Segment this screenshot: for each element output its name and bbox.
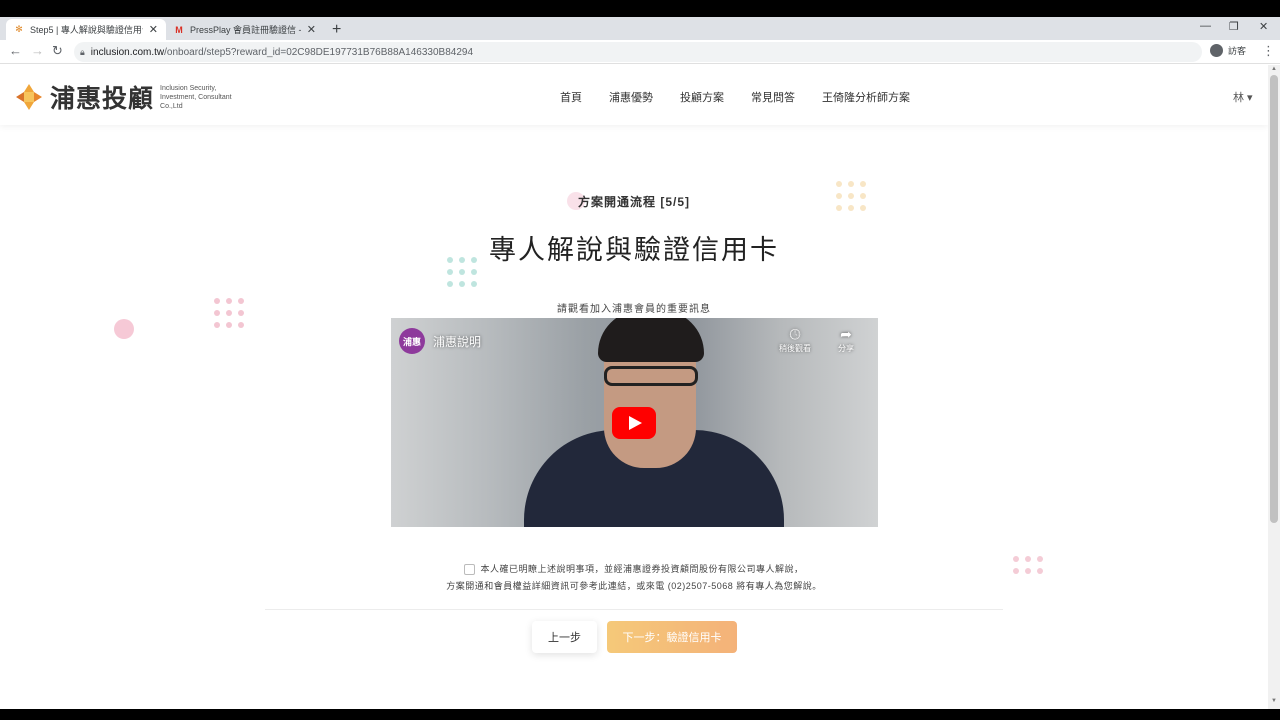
page-title: 專人解說與驗證信用卡 bbox=[489, 235, 779, 266]
watch-later-button[interactable]: 🕓︎ 稍後觀看 bbox=[779, 326, 811, 354]
new-tab-button[interactable]: + bbox=[332, 21, 341, 39]
restore-icon[interactable]: ❐ bbox=[1229, 20, 1239, 33]
main-nav: 首頁 浦惠優勢 投顧方案 常見問答 王倚隆分析師方案 bbox=[560, 89, 937, 105]
back-icon[interactable]: ← bbox=[9, 43, 22, 58]
tab-strip: ✻ Step5 | 專人解說與驗證信用卡 | ✕ M PressPlay 會員註… bbox=[0, 17, 1280, 40]
profile-label: 訪客 bbox=[1228, 46, 1247, 56]
page-scrollbar[interactable]: ▲ ▼ bbox=[1268, 65, 1280, 709]
site-logo[interactable]: 浦惠投顧 Inclusion Security, Investment, Con… bbox=[14, 79, 240, 115]
top-letterbox bbox=[0, 0, 1280, 17]
watch-later-label: 稍後觀看 bbox=[779, 344, 811, 353]
channel-avatar[interactable]: 浦惠 bbox=[399, 328, 425, 354]
lock-icon: 🔒︎ bbox=[80, 46, 85, 57]
reload-icon[interactable]: ↻ bbox=[52, 43, 63, 59]
next-step-button[interactable]: 下一步：驗證信用卡 bbox=[607, 621, 737, 653]
logo-subtitle: Inclusion Security, Investment, Consulta… bbox=[160, 84, 232, 110]
address-host: inclusion.com.tw bbox=[90, 46, 165, 58]
scroll-down-icon[interactable]: ▼ bbox=[1271, 698, 1277, 704]
browser-toolbar: ← → ↻ 🔒︎ inclusion.com.tw/onboard/step5?… bbox=[0, 40, 1280, 64]
close-tab-icon[interactable]: ✕ bbox=[149, 23, 158, 36]
agreement-text: 本人確已明瞭上述說明事項，並經浦惠證券投資顧問股份有限公司專人解說， 方案開通和… bbox=[0, 561, 1268, 595]
nav-item-plans[interactable]: 投顧方案 bbox=[680, 89, 724, 105]
video-caption: 請觀看加入浦惠會員的重要訊息 bbox=[557, 304, 711, 315]
share-icon: ➦ bbox=[840, 326, 852, 342]
clock-icon: 🕓︎ bbox=[789, 326, 801, 342]
page-content: 浦惠投顧 Inclusion Security, Investment, Con… bbox=[0, 65, 1268, 709]
nav-item-analyst-plan[interactable]: 王倚隆分析師方案 bbox=[822, 89, 910, 105]
nav-item-home[interactable]: 首頁 bbox=[560, 89, 582, 105]
minimize-icon[interactable]: — bbox=[1200, 20, 1211, 32]
divider bbox=[265, 609, 1003, 610]
address-path: /onboard/step5?reward_id=02C98DE197731B7… bbox=[164, 46, 474, 58]
video-person-glasses bbox=[604, 366, 698, 386]
step-label: 方案開通流程 [5/5] bbox=[577, 195, 690, 209]
profile-button[interactable]: 訪客 bbox=[1210, 44, 1246, 57]
agree-line-1: 本人確已明瞭上述說明事項，並經浦惠證券投資顧問股份有限公司專人解說， bbox=[480, 564, 804, 574]
scroll-up-icon[interactable]: ▲ bbox=[1271, 66, 1277, 72]
video-person-hair bbox=[598, 318, 704, 362]
nav-item-advantages[interactable]: 浦惠優勢 bbox=[609, 89, 653, 105]
browser-window: ✻ Step5 | 專人解說與驗證信用卡 | ✕ M PressPlay 會員註… bbox=[0, 17, 1280, 709]
video-channel[interactable]: 浦惠 浦惠說明 bbox=[399, 328, 481, 354]
close-tab-icon[interactable]: ✕ bbox=[307, 23, 316, 36]
site-favicon-icon: ✻ bbox=[15, 24, 23, 34]
address-bar[interactable]: 🔒︎ inclusion.com.tw/onboard/step5?reward… bbox=[74, 42, 1202, 62]
prev-step-button[interactable]: 上一步 bbox=[532, 621, 597, 653]
tab-pressplay[interactable]: M PressPlay 會員註冊驗證信 - chr ✕ bbox=[166, 19, 324, 40]
agree-line-2: 方案開通和會員權益詳細資訊可參考此連結，或來電 (02)2507-5068 將有… bbox=[446, 581, 822, 591]
user-menu[interactable]: 林 ▾ bbox=[1233, 89, 1253, 105]
scrollbar-thumb[interactable] bbox=[1270, 75, 1278, 523]
close-window-icon[interactable]: ✕ bbox=[1259, 20, 1268, 33]
video-title[interactable]: 浦惠說明 bbox=[433, 333, 481, 350]
logo-mark-icon bbox=[14, 82, 44, 112]
tab-step5[interactable]: ✻ Step5 | 專人解說與驗證信用卡 | ✕ bbox=[6, 19, 166, 40]
site-header: 浦惠投顧 Inclusion Security, Investment, Con… bbox=[0, 65, 1268, 125]
deco-circle bbox=[114, 319, 134, 339]
nav-item-faq[interactable]: 常見問答 bbox=[751, 89, 795, 105]
menu-kebab-icon[interactable]: ⋮ bbox=[1262, 43, 1275, 59]
tab-title: Step5 | 專人解說與驗證信用卡 | bbox=[30, 25, 143, 35]
agree-checkbox[interactable] bbox=[464, 564, 476, 576]
video-player[interactable]: 浦惠 浦惠說明 🕓︎ 稍後觀看 ➦ 分享 bbox=[391, 318, 878, 527]
bottom-letterbox bbox=[0, 709, 1280, 720]
share-label: 分享 bbox=[838, 344, 854, 353]
share-button[interactable]: ➦ 分享 bbox=[838, 326, 854, 354]
profile-avatar-icon bbox=[1210, 44, 1223, 57]
play-button[interactable] bbox=[612, 407, 656, 439]
gmail-icon: M bbox=[175, 24, 183, 35]
tab-title: PressPlay 會員註冊驗證信 - chr bbox=[190, 25, 301, 35]
logo-text: 浦惠投顧 bbox=[50, 85, 155, 113]
forward-icon[interactable]: → bbox=[31, 43, 44, 58]
